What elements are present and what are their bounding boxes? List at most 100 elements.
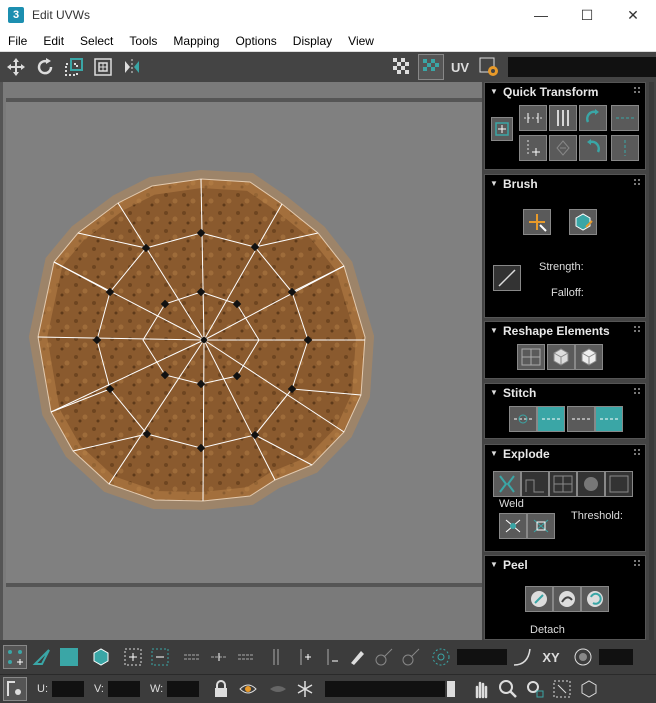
v-coordinate-field[interactable] [108, 681, 140, 697]
loop-shrink-icon[interactable] [234, 645, 258, 669]
flatten-icon[interactable] [605, 471, 633, 497]
zoom-selected-icon[interactable] [577, 677, 601, 701]
straighten-icon[interactable] [549, 135, 577, 161]
stitch-average-icon[interactable] [567, 406, 595, 432]
ring-grow-icon[interactable] [291, 645, 315, 669]
uv-toggle-button[interactable]: UV [447, 54, 473, 80]
weld-all-icon[interactable] [527, 513, 555, 539]
cube-reshape-icon[interactable] [547, 344, 575, 370]
rollout-grip-icon[interactable] [634, 326, 640, 332]
edge-mode-icon[interactable] [30, 645, 54, 669]
grid-reshape-icon[interactable] [517, 344, 545, 370]
explode-title[interactable]: Explode [485, 445, 645, 463]
explode-by-smoothing-icon[interactable] [521, 471, 549, 497]
u-coordinate-field[interactable] [52, 681, 84, 697]
maximize-button[interactable]: ☐ [564, 0, 610, 30]
w-coordinate-field[interactable] [167, 681, 200, 697]
falloff-value[interactable] [599, 649, 633, 665]
hide-icon[interactable] [266, 677, 290, 701]
stitch-title[interactable]: Stitch [485, 384, 645, 402]
pivot-icon[interactable] [491, 117, 513, 141]
freeze-icon[interactable] [293, 677, 317, 701]
move-icon[interactable] [3, 54, 29, 80]
filter-dropdown-arrow[interactable] [447, 681, 456, 697]
peel-mode-icon[interactable] [553, 586, 581, 612]
lock-icon[interactable] [209, 677, 233, 701]
element-mode-icon[interactable] [89, 645, 113, 669]
mirror-icon[interactable] [119, 54, 145, 80]
peel-quick-icon[interactable] [525, 586, 553, 612]
brush-curve-icon[interactable] [493, 265, 521, 291]
explode-by-material-icon[interactable] [549, 471, 577, 497]
rotate-icon[interactable] [32, 54, 58, 80]
peel-title[interactable]: Peel [485, 556, 645, 574]
rollout-grip-icon[interactable] [634, 179, 640, 185]
menu-file[interactable]: File [0, 30, 35, 52]
options-gear-icon[interactable] [476, 54, 502, 80]
uv-viewport[interactable] [0, 82, 483, 640]
falloff-curve-icon[interactable] [510, 645, 534, 669]
align-vertical-icon[interactable] [549, 105, 577, 131]
stitch-source-icon[interactable] [537, 406, 565, 432]
loop-grow-icon[interactable] [207, 645, 231, 669]
rollout-grip-icon[interactable] [634, 449, 640, 455]
zoom-extents-icon[interactable] [550, 677, 574, 701]
absolute-offset-icon[interactable] [3, 677, 27, 701]
menu-display[interactable]: Display [285, 30, 340, 52]
grow-selection-icon[interactable] [121, 645, 145, 669]
menu-edit[interactable]: Edit [35, 30, 72, 52]
menu-select[interactable]: Select [72, 30, 121, 52]
brush-title[interactable]: Brush [485, 175, 645, 193]
checker-pattern-icon[interactable] [389, 54, 415, 80]
soft-selection-icon[interactable] [429, 645, 453, 669]
freeform-icon[interactable] [90, 54, 116, 80]
break-icon[interactable] [493, 471, 521, 497]
scale-icon[interactable] [61, 54, 87, 80]
space-vertical-icon[interactable] [611, 135, 639, 161]
stitch-target-icon[interactable] [595, 406, 623, 432]
rotate-ccw-icon[interactable] [579, 105, 607, 131]
selection-filter-field[interactable] [325, 681, 446, 697]
menu-view[interactable]: View [340, 30, 382, 52]
zoom-region-icon[interactable] [523, 677, 547, 701]
loop-select-icon[interactable] [180, 645, 204, 669]
peel-reset-icon[interactable] [581, 586, 609, 612]
ring-shrink-icon[interactable] [318, 645, 342, 669]
point-to-point-icon[interactable] [372, 645, 396, 669]
pan-hand-icon[interactable] [469, 677, 493, 701]
stitch-custom-icon[interactable] [509, 406, 537, 432]
paint-move-brush-icon[interactable] [523, 209, 551, 235]
uv-mesh[interactable] [0, 82, 482, 640]
minimize-button[interactable]: — [518, 0, 564, 30]
rollout-grip-icon[interactable] [634, 560, 640, 566]
paint-select-icon[interactable] [345, 645, 369, 669]
rotate-cw-icon[interactable] [579, 135, 607, 161]
zoom-icon[interactable] [496, 677, 520, 701]
close-button[interactable]: ✕ [610, 0, 656, 30]
checker-teal-icon[interactable] [418, 54, 444, 80]
cube-relax-icon[interactable] [575, 344, 603, 370]
vertex-mode-icon[interactable] [3, 645, 27, 669]
shrink-selection-icon[interactable] [148, 645, 172, 669]
menu-mapping[interactable]: Mapping [165, 30, 227, 52]
reshape-elements-title[interactable]: Reshape Elements [485, 322, 645, 340]
xy-space-button[interactable]: XY [537, 645, 565, 669]
relax-brush-icon[interactable] [569, 209, 597, 235]
show-hidden-icon[interactable] [236, 677, 260, 701]
rollout-grip-icon[interactable] [634, 87, 640, 93]
weld-selected-icon[interactable] [499, 513, 527, 539]
quick-transform-title[interactable]: Quick Transform [485, 83, 645, 101]
falloff-space-icon[interactable] [571, 645, 595, 669]
explode-to-checker-icon[interactable] [577, 471, 605, 497]
space-horizontal-icon[interactable] [611, 105, 639, 131]
menu-options[interactable]: Options [227, 30, 284, 52]
menu-tools[interactable]: Tools [121, 30, 165, 52]
rollout-grip-icon[interactable] [634, 388, 640, 394]
align-horizontal-icon[interactable] [519, 105, 547, 131]
texture-dropdown[interactable] [508, 57, 656, 77]
align-to-edge-icon[interactable] [519, 135, 547, 161]
ring-select-icon[interactable] [264, 645, 288, 669]
face-mode-icon[interactable] [57, 645, 81, 669]
soft-selection-value[interactable] [457, 649, 507, 665]
edge-path-icon[interactable] [399, 645, 423, 669]
